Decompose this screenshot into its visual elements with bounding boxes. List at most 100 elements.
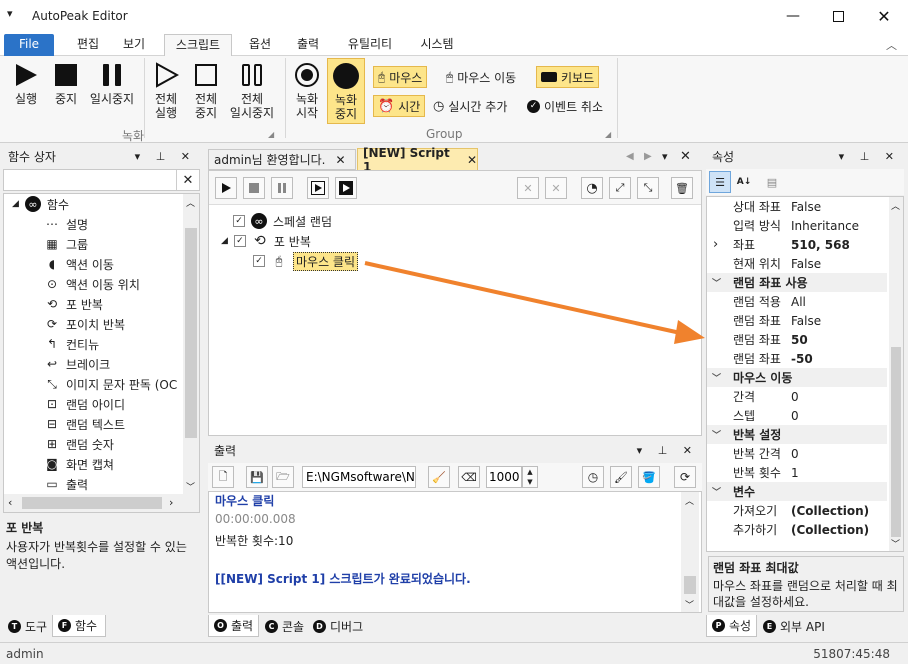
tab-view[interactable]: 보기: [114, 34, 154, 56]
function-item[interactable]: ◖ 액션 이동: [44, 254, 114, 274]
keyboard-toggle-button[interactable]: 키보드: [536, 66, 600, 88]
panel-header-buttons[interactable]: ▾ ⊥ ✕: [135, 146, 196, 168]
tab-debug[interactable]: D 디버그: [308, 615, 368, 637]
tab-edit[interactable]: 편집: [68, 34, 108, 56]
scroll-down-icon[interactable]: ﹀: [186, 480, 195, 493]
property-value[interactable]: 0: [791, 390, 799, 404]
script-node-for-loop[interactable]: ◢ ✓ ⟲ 포 반복: [221, 231, 311, 251]
doc-tab-welcome[interactable]: admin님 환영합니다. ✕: [208, 149, 356, 170]
eraser-button[interactable]: ⌫: [458, 466, 480, 488]
close-tab-icon[interactable]: ✕: [467, 153, 477, 167]
tab-console[interactable]: C 콘솔: [260, 615, 309, 637]
categorized-button[interactable]: ☰: [709, 171, 731, 193]
function-item[interactable]: ⊙ 액션 이동 위치: [44, 274, 140, 294]
scroll-right-icon[interactable]: ›: [169, 496, 173, 509]
event-cancel-button[interactable]: ✓ 이벤트 취소: [523, 95, 607, 117]
dialog-launcher-icon[interactable]: ◢: [605, 130, 611, 139]
record-stop-button[interactable]: 녹화 중지: [327, 58, 365, 124]
script-node-special-random[interactable]: ✓ ∞ 스페셜 랜덤: [233, 211, 332, 231]
scrollbar-thumb[interactable]: [185, 228, 197, 438]
property-category[interactable]: ﹀ 랜덤 좌표 사용: [707, 273, 887, 292]
vertical-scrollbar[interactable]: ︿ ﹀: [681, 492, 699, 612]
alphabetical-button[interactable]: A↓: [733, 171, 755, 193]
stop-all-button[interactable]: 전체 중지: [188, 60, 224, 120]
editor-stop-button[interactable]: [243, 177, 265, 199]
fill-button[interactable]: 🪣: [638, 466, 660, 488]
chevron-down-icon[interactable]: ﹀: [712, 485, 721, 498]
close-button[interactable]: ✕: [861, 0, 907, 32]
minimize-button[interactable]: —: [770, 0, 816, 32]
count-spinner[interactable]: ▲ ▼: [522, 466, 538, 488]
pause-all-button[interactable]: 전체 일시중지: [226, 60, 278, 120]
property-value[interactable]: False: [791, 200, 821, 214]
clear-search-icon[interactable]: ✕: [176, 170, 199, 190]
function-item[interactable]: ↰ 컨티뉴: [44, 334, 99, 354]
property-value[interactable]: 1: [791, 466, 799, 480]
function-item[interactable]: ⋯ 설명: [44, 214, 88, 234]
checkbox[interactable]: ✓: [253, 255, 265, 267]
step-run-button[interactable]: [307, 177, 329, 199]
disabled-button[interactable]: ✕: [545, 177, 567, 199]
new-output-button[interactable]: 🗋: [212, 466, 234, 488]
horizontal-scrollbar[interactable]: ‹ ›: [4, 494, 199, 512]
property-value[interactable]: (Collection): [791, 504, 869, 518]
scroll-down-icon[interactable]: ﹀: [685, 598, 694, 611]
timer-button[interactable]: ◔: [581, 177, 603, 199]
property-row[interactable]: 간격 0: [707, 387, 887, 406]
property-value[interactable]: 510, 568: [791, 238, 850, 252]
collapse-arrow-icon[interactable]: ◢: [221, 236, 228, 246]
pause-button[interactable]: 일시중지: [86, 60, 138, 106]
output-count-input[interactable]: [486, 466, 522, 488]
mouse-toggle-button[interactable]: 🖰 마우스: [373, 66, 428, 88]
brush-button[interactable]: 🖌: [610, 466, 632, 488]
time-toggle-button[interactable]: ⏰ 시간: [373, 95, 426, 117]
tab-functions[interactable]: F 함수: [52, 615, 106, 637]
property-row[interactable]: 랜덤 좌표 -50: [707, 349, 887, 368]
function-item[interactable]: ◙ 화면 캡쳐: [44, 454, 114, 474]
property-row[interactable]: 추가하기 (Collection): [707, 520, 887, 539]
tab-external-api[interactable]: E 외부 API: [758, 615, 830, 637]
function-item[interactable]: ⟲ 포 반복: [44, 294, 103, 314]
function-item[interactable]: ↩ 브레이크: [44, 354, 110, 374]
property-value[interactable]: False: [791, 257, 821, 271]
clock-button[interactable]: ◷: [582, 466, 604, 488]
property-row[interactable]: 랜덤 좌표 50: [707, 330, 887, 349]
run-to-button[interactable]: [335, 177, 357, 199]
panel-header-buttons[interactable]: ▾ ⊥ ✕: [839, 146, 900, 168]
scroll-up-icon[interactable]: ︿: [891, 199, 900, 212]
script-node-mouse-click[interactable]: ✓ 🖰 마우스 클릭: [253, 251, 359, 271]
run-all-button[interactable]: 전체 실행: [148, 60, 184, 120]
chevron-down-icon[interactable]: ﹀: [712, 371, 721, 384]
function-item[interactable]: ⊡ 랜덤 아이디: [44, 394, 125, 414]
property-row[interactable]: 반복 횟수 1: [707, 463, 887, 482]
function-item[interactable]: ⊟ 랜덤 텍스트: [44, 414, 125, 434]
property-row[interactable]: 현재 위치 False: [707, 254, 887, 273]
collapse-arrow-icon[interactable]: ◢: [12, 199, 19, 209]
property-row[interactable]: 스텝 0: [707, 406, 887, 425]
function-item[interactable]: ⤡ 이미지 문자 판독 (OC: [44, 374, 177, 394]
function-item[interactable]: ▭ 출력: [44, 474, 88, 494]
function-item[interactable]: ▦ 그룹: [44, 234, 88, 254]
tab-utility[interactable]: 유틸리티: [340, 34, 400, 56]
expand-all-button[interactable]: ⤢: [609, 177, 631, 199]
scroll-down-icon[interactable]: ﹀: [891, 537, 900, 550]
save-button[interactable]: 💾: [246, 466, 268, 488]
checkbox[interactable]: ✓: [233, 215, 245, 227]
function-search-input[interactable]: [4, 170, 176, 190]
record-start-button[interactable]: 녹화 시작: [290, 60, 324, 120]
tab-scroll-right-icon[interactable]: ▶: [644, 151, 652, 162]
property-category[interactable]: ﹀ 마우스 이동: [707, 368, 887, 387]
function-item[interactable]: ⊞ 랜덤 숫자: [44, 434, 114, 454]
tab-script[interactable]: 스크립트: [164, 34, 232, 56]
scrollbar-thumb[interactable]: [22, 497, 162, 509]
property-value[interactable]: -50: [791, 352, 813, 366]
vertical-scrollbar[interactable]: ︿ ﹀: [183, 194, 199, 494]
tab-list-icon[interactable]: ▾: [662, 150, 668, 163]
checkbox[interactable]: ✓: [233, 235, 246, 247]
property-pages-button[interactable]: ▤: [761, 171, 783, 193]
collapse-all-button[interactable]: ⤡: [637, 177, 659, 199]
delete-button[interactable]: 🗑: [671, 177, 693, 199]
disabled-button[interactable]: ✕: [517, 177, 539, 199]
close-tab-icon[interactable]: ✕: [335, 153, 345, 167]
function-item[interactable]: ⟳ 포이치 반복: [44, 314, 125, 334]
